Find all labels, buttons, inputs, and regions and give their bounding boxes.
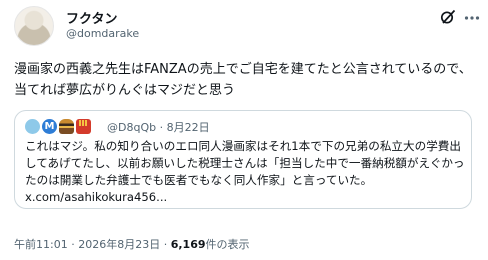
post-date[interactable]: 2026年8月23日 xyxy=(78,238,160,251)
views-count: 6,169 xyxy=(170,238,206,251)
quote-avatar-row: M xyxy=(25,119,91,134)
avatar[interactable] xyxy=(14,6,54,46)
post-time[interactable]: 午前11:01 xyxy=(14,238,68,251)
quote-avatar xyxy=(25,119,40,134)
quote-handle: @D8qQb xyxy=(107,121,157,134)
author-name[interactable]: フクタン xyxy=(66,8,117,27)
grok-icon[interactable] xyxy=(440,9,456,25)
quote-meta: @D8qQb · 8月22日 xyxy=(107,119,210,135)
quote-date: 8月22日 xyxy=(166,121,210,134)
author-handle[interactable]: @domdarake xyxy=(66,27,139,40)
post-text: 漫画家の西義之先生はFANZAの売上でご自宅を建てたと公言されているので、当てれ… xyxy=(14,62,472,98)
quote-separator: · xyxy=(159,121,164,134)
footer-separator: · xyxy=(71,238,75,251)
fries-icon xyxy=(76,119,91,134)
post-footer: 午前11:01 · 2026年8月23日 · 6,169件の表示 xyxy=(14,236,250,252)
quote-badge-icon: M xyxy=(42,119,57,134)
burger-icon xyxy=(59,119,74,134)
footer-separator: · xyxy=(163,238,168,251)
views-label: 件の表示 xyxy=(205,238,250,251)
quoted-post[interactable]: M @D8qQb · 8月22日 これはマジ。私の知り合いのエロ同人漫画家はそれ… xyxy=(14,110,472,209)
quote-text: これはマジ。私の知り合いのエロ同人漫画家はそれ1本で下の兄弟の私立大の学費出して… xyxy=(25,139,465,204)
more-icon[interactable] xyxy=(464,15,480,21)
